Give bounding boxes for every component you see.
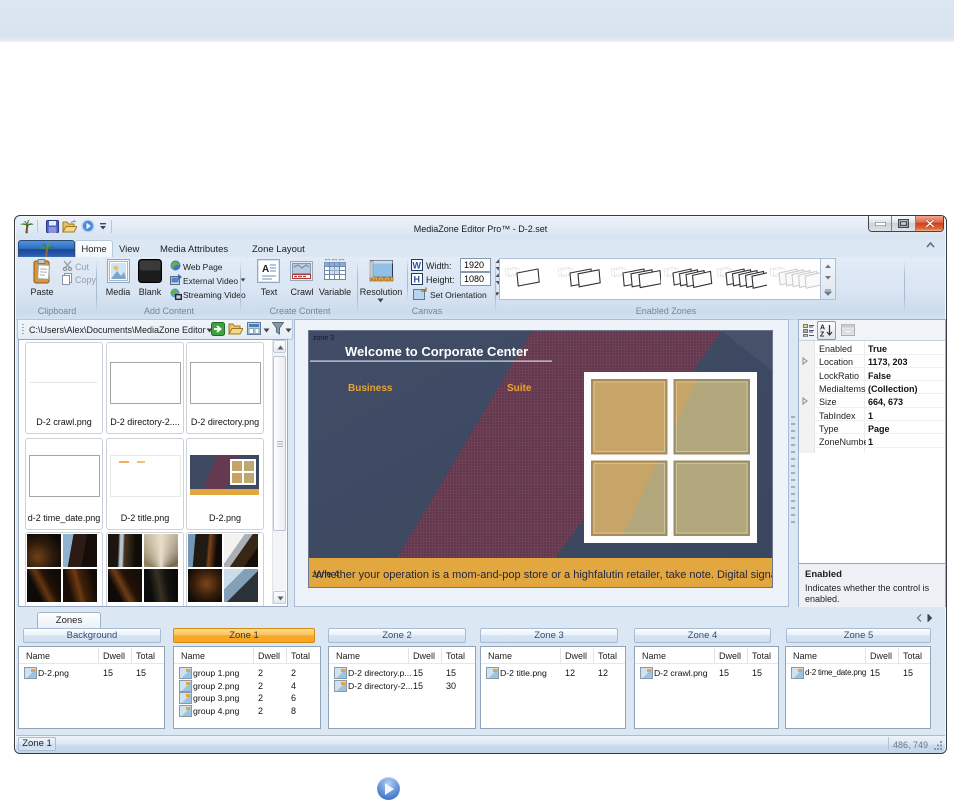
svg-text:Business: Business (348, 383, 393, 394)
svg-text:Suite: Suite (507, 383, 532, 394)
svg-text:Welcome to Corporate Center: Welcome to Corporate Center (345, 344, 528, 359)
svg-text:A: A (820, 325, 825, 332)
svg-text:W: W (413, 261, 422, 271)
svg-text:A: A (262, 264, 269, 275)
svg-text:Whether your operation is a mo: Whether your operation is a mom-and-pop … (314, 569, 772, 581)
svg-text:zone 3: zone 3 (313, 335, 334, 342)
svg-text:zone 4: zone 4 (312, 569, 339, 579)
svg-text:H: H (414, 275, 421, 285)
svg-text:Z: Z (820, 332, 825, 338)
